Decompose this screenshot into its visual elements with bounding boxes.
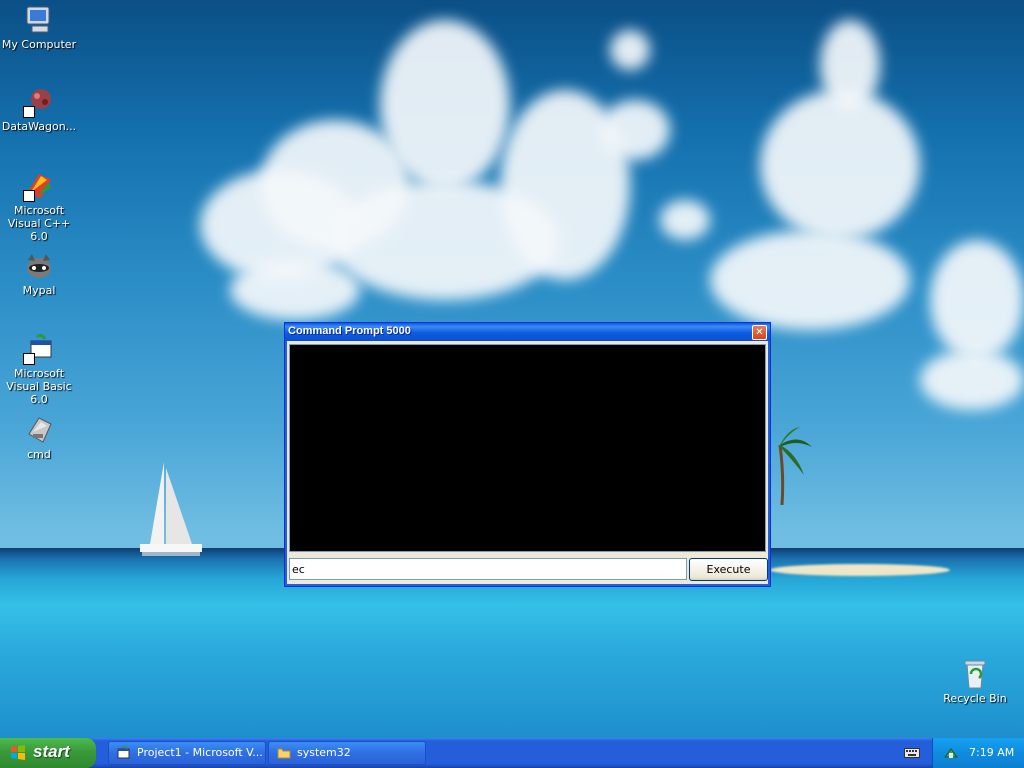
taskbar-item-project1[interactable]: Project1 - Microsoft V...	[108, 741, 266, 765]
keyboard-icon[interactable]	[904, 747, 920, 759]
command-input[interactable]	[289, 558, 687, 580]
datawagon-icon	[23, 86, 55, 118]
taskbar-item-system32[interactable]: system32	[268, 741, 426, 765]
desktop-icon-recycle-bin[interactable]: Recycle Bin	[936, 658, 1014, 705]
my-computer-icon	[23, 4, 55, 36]
system-tray: 7:19 AM	[932, 738, 1024, 768]
clock[interactable]: 7:19 AM	[969, 746, 1014, 759]
vb-project-icon	[117, 746, 130, 759]
desktop-icon-label: DataWagon...	[1, 120, 77, 133]
start-button[interactable]: start	[0, 738, 96, 768]
palm-tree	[778, 427, 812, 505]
shortcut-arrow-icon	[23, 106, 35, 118]
desktop-icon-label: Microsoft Visual Basic 6.0	[6, 367, 72, 406]
island	[770, 564, 950, 576]
mypal-icon	[23, 250, 55, 282]
windows-logo-icon	[11, 745, 25, 760]
window-title: Command Prompt 5000	[288, 325, 411, 337]
close-button[interactable]: ✕	[752, 325, 767, 340]
desktop-icon-label: My Computer	[1, 38, 77, 51]
taskbar-item-label: system32	[297, 746, 351, 759]
window-titlebar[interactable]: Command Prompt 5000 ✕	[285, 323, 770, 341]
desktop-icon-datawagon[interactable]: DataWagon...	[0, 86, 78, 133]
desktop-icon-mypal[interactable]: Mypal	[0, 250, 78, 297]
visual-cpp-icon	[23, 170, 55, 202]
command-prompt-window: Command Prompt 5000 ✕ Execute	[284, 322, 771, 587]
desktop-icon-my-computer[interactable]: My Computer	[0, 4, 78, 51]
console-output[interactable]	[289, 344, 766, 552]
taskbar-item-label: Project1 - Microsoft V...	[137, 746, 263, 759]
execute-button[interactable]: Execute	[689, 558, 768, 581]
shortcut-arrow-icon	[23, 190, 35, 202]
start-label: start	[33, 742, 70, 761]
desktop-icon-label: cmd	[27, 448, 51, 461]
recycle-bin-icon	[959, 658, 991, 690]
network-icon[interactable]	[943, 745, 959, 761]
shortcut-arrow-icon	[23, 353, 35, 365]
cmd-icon	[23, 414, 55, 446]
desktop-icon-label: Recycle Bin	[943, 692, 1007, 705]
desktop-icon-visual-cpp[interactable]: Microsoft Visual C++ 6.0	[0, 170, 78, 243]
desktop-icon-visual-basic[interactable]: Microsoft Visual Basic 6.0	[0, 333, 78, 406]
visual-basic-icon	[23, 333, 55, 365]
taskbar: start Project1 - Microsoft V... system32…	[0, 738, 1024, 768]
desktop-icon-label: Mypal	[22, 284, 56, 297]
desktop-icon-cmd[interactable]: cmd	[0, 414, 78, 461]
desktop-icon-label: Microsoft Visual C++ 6.0	[7, 204, 71, 243]
sailboat	[140, 462, 202, 556]
close-icon: ✕	[755, 327, 764, 338]
folder-icon	[277, 748, 291, 759]
